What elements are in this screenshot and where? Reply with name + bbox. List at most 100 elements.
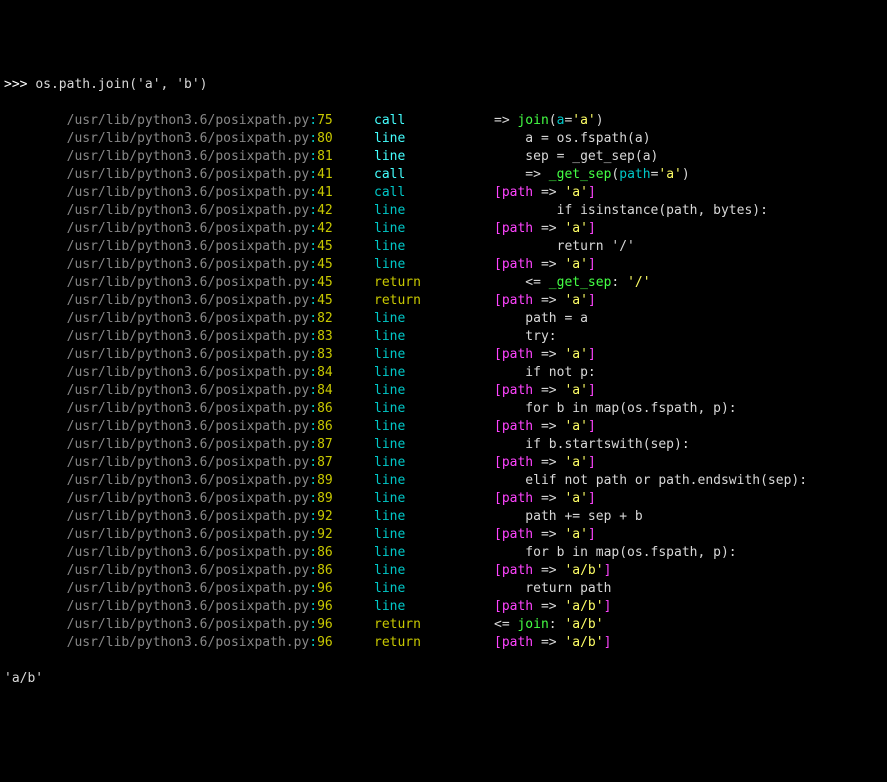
trace-event: call (374, 184, 494, 202)
trace-file: /usr/lib/python3.6/posixpath.py:83 (4, 346, 374, 364)
trace-event: return (374, 274, 494, 292)
trace-file: /usr/lib/python3.6/posixpath.py:84 (4, 364, 374, 382)
lineno: 86 (317, 401, 333, 416)
trace-event: line (374, 310, 494, 328)
lineno: 96 (317, 617, 333, 632)
trace-event: line (374, 382, 494, 400)
trace-event: return (374, 616, 494, 634)
trace-file: /usr/lib/python3.6/posixpath.py:86 (4, 562, 374, 580)
trace-detail: elif not path or path.endswith(sep): (494, 472, 883, 490)
repl-result: 'a/b' (4, 670, 883, 688)
trace-event: line (374, 346, 494, 364)
trace-file: /usr/lib/python3.6/posixpath.py:42 (4, 202, 374, 220)
trace-file: /usr/lib/python3.6/posixpath.py:96 (4, 598, 374, 616)
trace-detail: [path => 'a'] (494, 346, 883, 364)
lineno: 87 (317, 455, 333, 470)
trace-detail: if isinstance(path, bytes): (494, 202, 883, 220)
trace-file: /usr/lib/python3.6/posixpath.py:86 (4, 544, 374, 562)
trace-line: /usr/lib/python3.6/posixpath.py:41call =… (4, 166, 883, 184)
trace-file: /usr/lib/python3.6/posixpath.py:41 (4, 166, 374, 184)
trace-event: line (374, 490, 494, 508)
trace-event: call (374, 112, 494, 130)
trace-line: /usr/lib/python3.6/posixpath.py:45return… (4, 274, 883, 292)
repl-input-line[interactable]: >>> os.path.join('a', 'b') (4, 76, 883, 94)
lineno: 80 (317, 131, 333, 146)
trace-line: /usr/lib/python3.6/posixpath.py:81line s… (4, 148, 883, 166)
lineno: 45 (317, 239, 333, 254)
trace-line: /usr/lib/python3.6/posixpath.py:86line[p… (4, 562, 883, 580)
trace-line: /usr/lib/python3.6/posixpath.py:96line r… (4, 580, 883, 598)
trace-detail: [path => 'a'] (494, 184, 883, 202)
trace-line: /usr/lib/python3.6/posixpath.py:87line i… (4, 436, 883, 454)
lineno: 89 (317, 491, 333, 506)
trace-detail: if b.startswith(sep): (494, 436, 883, 454)
lineno: 81 (317, 149, 333, 164)
trace-line: /usr/lib/python3.6/posixpath.py:87line[p… (4, 454, 883, 472)
trace-output: /usr/lib/python3.6/posixpath.py:75call=>… (4, 112, 883, 652)
lineno: 84 (317, 383, 333, 398)
lineno: 96 (317, 635, 333, 650)
trace-line: /usr/lib/python3.6/posixpath.py:42line i… (4, 202, 883, 220)
trace-event: line (374, 454, 494, 472)
trace-event: line (374, 508, 494, 526)
trace-file: /usr/lib/python3.6/posixpath.py:45 (4, 238, 374, 256)
trace-detail: return '/' (494, 238, 883, 256)
trace-event: line (374, 238, 494, 256)
trace-detail: sep = _get_sep(a) (494, 148, 883, 166)
trace-line: /usr/lib/python3.6/posixpath.py:89line e… (4, 472, 883, 490)
trace-detail: => join(a='a') (494, 112, 883, 130)
lineno: 96 (317, 599, 333, 614)
trace-line: /usr/lib/python3.6/posixpath.py:41call[p… (4, 184, 883, 202)
trace-event: line (374, 562, 494, 580)
lineno: 83 (317, 347, 333, 362)
trace-detail: return path (494, 580, 883, 598)
trace-detail: <= _get_sep: '/' (494, 274, 883, 292)
trace-file: /usr/lib/python3.6/posixpath.py:87 (4, 436, 374, 454)
trace-detail: [path => 'a'] (494, 220, 883, 238)
repl-prompt: >>> (4, 76, 35, 94)
trace-line: /usr/lib/python3.6/posixpath.py:96return… (4, 634, 883, 652)
trace-event: line (374, 580, 494, 598)
trace-event: line (374, 256, 494, 274)
lineno: 42 (317, 203, 333, 218)
trace-detail: [path => 'a'] (494, 418, 883, 436)
trace-line: /usr/lib/python3.6/posixpath.py:45line r… (4, 238, 883, 256)
lineno: 82 (317, 311, 333, 326)
trace-detail: for b in map(os.fspath, p): (494, 544, 883, 562)
lineno: 86 (317, 545, 333, 560)
trace-file: /usr/lib/python3.6/posixpath.py:81 (4, 148, 374, 166)
trace-file: /usr/lib/python3.6/posixpath.py:96 (4, 634, 374, 652)
trace-line: /usr/lib/python3.6/posixpath.py:86line[p… (4, 418, 883, 436)
trace-detail: if not p: (494, 364, 883, 382)
repl-command: os.path.join('a', 'b') (35, 76, 207, 94)
trace-detail: [path => 'a/b'] (494, 634, 883, 652)
trace-line: /usr/lib/python3.6/posixpath.py:84line[p… (4, 382, 883, 400)
trace-detail: a = os.fspath(a) (494, 130, 883, 148)
lineno: 87 (317, 437, 333, 452)
trace-line: /usr/lib/python3.6/posixpath.py:86line f… (4, 544, 883, 562)
trace-event: line (374, 328, 494, 346)
trace-line: /usr/lib/python3.6/posixpath.py:83line[p… (4, 346, 883, 364)
trace-event: call (374, 166, 494, 184)
trace-detail: try: (494, 328, 883, 346)
trace-event: line (374, 436, 494, 454)
trace-line: /usr/lib/python3.6/posixpath.py:82line p… (4, 310, 883, 328)
lineno: 96 (317, 581, 333, 596)
trace-file: /usr/lib/python3.6/posixpath.py:92 (4, 526, 374, 544)
trace-file: /usr/lib/python3.6/posixpath.py:96 (4, 616, 374, 634)
trace-detail: path = a (494, 310, 883, 328)
lineno: 42 (317, 221, 333, 236)
trace-file: /usr/lib/python3.6/posixpath.py:42 (4, 220, 374, 238)
trace-event: line (374, 202, 494, 220)
trace-event: line (374, 130, 494, 148)
trace-event: line (374, 418, 494, 436)
trace-file: /usr/lib/python3.6/posixpath.py:86 (4, 400, 374, 418)
trace-event: line (374, 598, 494, 616)
lineno: 45 (317, 275, 333, 290)
trace-file: /usr/lib/python3.6/posixpath.py:41 (4, 184, 374, 202)
trace-line: /usr/lib/python3.6/posixpath.py:45return… (4, 292, 883, 310)
lineno: 45 (317, 257, 333, 272)
trace-detail: => _get_sep(path='a') (494, 166, 883, 184)
trace-file: /usr/lib/python3.6/posixpath.py:83 (4, 328, 374, 346)
trace-detail: [path => 'a'] (494, 526, 883, 544)
